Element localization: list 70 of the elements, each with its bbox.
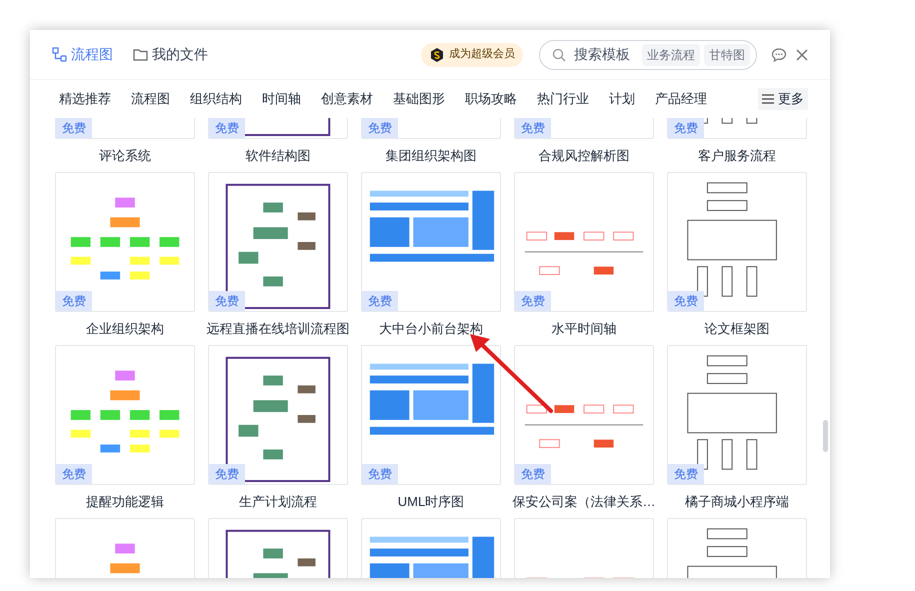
free-badge: 免费 <box>56 118 92 138</box>
template-title[interactable]: 提醒功能逻辑 <box>55 485 195 518</box>
category-tab[interactable]: 时间轴 <box>262 89 301 109</box>
free-badge: 免费 <box>515 291 551 311</box>
template-title[interactable]: 远程直播在线培训流程图 <box>208 312 348 345</box>
category-tab[interactable]: 精选推荐 <box>59 89 111 109</box>
header-tab[interactable]: 我的文件 <box>133 44 208 65</box>
menu-icon <box>762 94 774 104</box>
header-tab[interactable]: 流程图 <box>52 44 113 65</box>
template-card[interactable]: 免费 <box>361 345 501 485</box>
template-card[interactable]: 免费 <box>514 345 654 485</box>
flowchart-icon <box>52 47 67 62</box>
category-tab[interactable]: 组织结构 <box>190 89 242 109</box>
scrollbar-thumb[interactable] <box>823 420 828 452</box>
template-card[interactable]: 免费 <box>55 345 195 485</box>
free-badge: 免费 <box>362 464 398 484</box>
free-badge: 免费 <box>668 118 704 138</box>
template-card[interactable]: 免费 <box>514 118 654 139</box>
search-tag[interactable]: 业务流程 <box>642 44 700 66</box>
search-tag[interactable]: 甘特图 <box>704 44 750 66</box>
template-card[interactable]: 免费 <box>361 118 501 139</box>
template-card[interactable]: 免费 <box>667 345 807 485</box>
template-card[interactable]: 免费 <box>55 118 195 139</box>
template-card[interactable]: 免费 <box>514 172 654 312</box>
category-tab[interactable]: 流程图 <box>131 89 170 109</box>
template-title[interactable]: 集团组织架构图 <box>361 139 501 172</box>
close-icon[interactable] <box>796 48 808 60</box>
template-card[interactable]: 免费 <box>667 172 807 312</box>
category-tab[interactable]: 热门行业 <box>537 89 589 109</box>
template-card[interactable]: 免费 <box>667 118 807 139</box>
template-title[interactable]: 保安公司案（法律关系… <box>514 485 654 518</box>
search-field[interactable]: 搜索模板 业务流程 甘特图 <box>539 40 757 70</box>
template-title[interactable]: 企业组织架构 <box>55 312 195 345</box>
template-card[interactable]: 免费 <box>208 345 348 485</box>
template-title[interactable]: 论文框架图 <box>667 312 807 345</box>
free-badge: 免费 <box>362 118 398 138</box>
template-title[interactable]: 评论系统 <box>55 139 195 172</box>
template-card[interactable]: 免费 <box>361 172 501 312</box>
s-coin-icon <box>429 46 445 62</box>
template-title[interactable]: 软件结构图 <box>208 139 348 172</box>
category-tab[interactable]: 产品经理 <box>655 89 707 109</box>
more-button[interactable]: 更多 <box>758 88 808 110</box>
free-badge: 免费 <box>56 291 92 311</box>
template-title[interactable]: 生产计划流程 <box>208 485 348 518</box>
free-badge: 免费 <box>209 118 245 138</box>
folder-icon <box>133 48 148 61</box>
template-card[interactable]: 免费 <box>55 172 195 312</box>
template-title[interactable]: 水平时间轴 <box>514 312 654 345</box>
category-tab[interactable]: 创意素材 <box>321 89 373 109</box>
free-badge: 免费 <box>515 118 551 138</box>
chat-icon[interactable] <box>771 46 787 62</box>
template-card[interactable]: 免费 <box>208 118 348 139</box>
free-badge: 免费 <box>209 464 245 484</box>
template-card[interactable]: 免费 <box>208 172 348 312</box>
free-badge: 免费 <box>56 464 92 484</box>
category-tab[interactable]: 职场攻略 <box>465 89 517 109</box>
category-tab[interactable]: 基础图形 <box>393 89 445 109</box>
template-title[interactable]: UML时序图 <box>361 485 501 518</box>
free-badge: 免费 <box>362 291 398 311</box>
category-tab[interactable]: 计划 <box>609 89 635 109</box>
free-badge: 免费 <box>209 291 245 311</box>
free-badge: 免费 <box>515 464 551 484</box>
template-title[interactable]: 客户服务流程 <box>667 139 807 172</box>
template-title[interactable]: 大中台小前台架构 <box>361 312 501 345</box>
free-badge: 免费 <box>668 464 704 484</box>
vip-badge[interactable]: 成为超级会员 <box>421 42 523 66</box>
search-icon <box>552 48 566 62</box>
free-badge: 免费 <box>668 291 704 311</box>
template-title[interactable]: 合规风控解析图 <box>514 139 654 172</box>
template-title[interactable]: 橘子商城小程序端 <box>667 485 807 518</box>
